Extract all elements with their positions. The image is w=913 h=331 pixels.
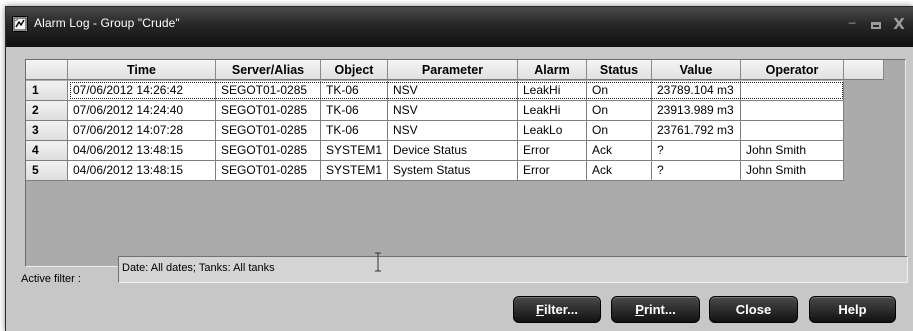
header-filler-cell	[844, 60, 884, 80]
cell-object[interactable]: TK-06	[321, 81, 388, 101]
alarm-log-window: Alarm Log - Group "Crude" ─ X Time Server…	[5, 6, 913, 331]
cell-object[interactable]: TK-06	[321, 101, 388, 121]
cell-server[interactable]: SEGOT01-0285	[216, 121, 321, 141]
column-header-server[interactable]: Server/Alias	[216, 60, 321, 80]
cell-alarm[interactable]: LeakHi	[518, 101, 587, 121]
cell-operator[interactable]	[741, 81, 844, 101]
table-row[interactable]: 5 04/06/2012 13:48:15 SEGOT01-0285 SYSTEM1 S…	[26, 161, 844, 181]
cell-status[interactable]: On	[587, 101, 652, 121]
row-number[interactable]: 5	[26, 161, 68, 181]
cell-server[interactable]: SEGOT01-0285	[216, 81, 321, 101]
cell-value[interactable]: 23913.989 m3	[652, 101, 741, 121]
alarm-log-app-icon	[12, 16, 28, 32]
print-button-mnemonic: P	[635, 302, 644, 317]
minimize-icon: ─	[848, 17, 856, 30]
cell-value[interactable]: 23789.104 m3	[652, 81, 741, 101]
cell-time[interactable]: 07/06/2012 14:24:40	[68, 101, 216, 121]
table-row[interactable]: 3 07/06/2012 14:07:28 SEGOT01-0285 TK-06 NSV…	[26, 121, 844, 141]
close-icon: X	[893, 15, 905, 33]
print-button-label: rint...	[643, 302, 676, 317]
table-header-row: Time Server/Alias Object Parameter Alarm Stat…	[26, 60, 844, 80]
filter-button-mnemonic: F	[536, 302, 544, 317]
column-header-parameter[interactable]: Parameter	[388, 60, 518, 80]
cell-alarm[interactable]: Error	[518, 161, 587, 181]
table-row[interactable]: 1 07/06/2012 14:26:42 SEGOT01-0285 TK-06 NSV…	[26, 81, 844, 101]
column-header-status[interactable]: Status	[587, 60, 652, 80]
cell-operator[interactable]	[741, 101, 844, 121]
cell-status[interactable]: On	[587, 121, 652, 141]
filter-button-label: ilter...	[543, 302, 578, 317]
close-button[interactable]: Close	[709, 296, 798, 323]
cell-parameter[interactable]: NSV	[388, 81, 518, 101]
alarm-grid[interactable]: Time Server/Alias Object Parameter Alarm Stat…	[25, 59, 906, 267]
column-header-alarm[interactable]: Alarm	[518, 60, 587, 80]
filter-button[interactable]: Filter...	[513, 296, 601, 323]
cell-parameter[interactable]: NSV	[388, 101, 518, 121]
table-row[interactable]: 2 07/06/2012 14:24:40 SEGOT01-0285 TK-06 NSV…	[26, 101, 844, 121]
cell-operator[interactable]	[741, 121, 844, 141]
cell-parameter[interactable]: NSV	[388, 121, 518, 141]
cell-value[interactable]: ?	[652, 161, 741, 181]
cell-parameter[interactable]: Device Status	[388, 141, 518, 161]
column-header-object[interactable]: Object	[321, 60, 388, 80]
cell-object[interactable]: TK-06	[321, 121, 388, 141]
cell-time[interactable]: 07/06/2012 14:07:28	[68, 121, 216, 141]
column-header-time[interactable]: Time	[68, 60, 216, 80]
cell-operator[interactable]: John Smith	[741, 161, 844, 181]
maximize-button[interactable]	[866, 15, 886, 33]
active-filter-label: Active filter :	[21, 273, 81, 285]
cell-value[interactable]: ?	[652, 141, 741, 161]
cell-server[interactable]: SEGOT01-0285	[216, 141, 321, 161]
row-number[interactable]: 1	[26, 81, 68, 101]
cell-operator[interactable]: John Smith	[741, 141, 844, 161]
cell-server[interactable]: SEGOT01-0285	[216, 101, 321, 121]
title-bar[interactable]: Alarm Log - Group "Crude" ─ X	[6, 7, 913, 47]
cell-alarm[interactable]: LeakHi	[518, 81, 587, 101]
header-filler	[844, 60, 884, 80]
row-number[interactable]: 3	[26, 121, 68, 141]
corner-header[interactable]	[26, 60, 68, 80]
cell-object[interactable]: SYSTEM1	[321, 141, 388, 161]
maximize-icon	[871, 22, 881, 29]
column-header-value[interactable]: Value	[652, 60, 741, 80]
close-window-button[interactable]: X	[889, 15, 909, 33]
help-button[interactable]: Help	[809, 296, 896, 323]
cell-parameter[interactable]: System Status	[388, 161, 518, 181]
cell-time[interactable]: 04/06/2012 13:48:15	[68, 141, 216, 161]
window-title: Alarm Log - Group "Crude"	[34, 16, 180, 30]
row-number[interactable]: 4	[26, 141, 68, 161]
active-filter-field[interactable]: Date: All dates; Tanks: All tanks	[118, 256, 908, 283]
print-button[interactable]: Print...	[611, 296, 700, 323]
text-cursor-icon	[375, 252, 381, 272]
cell-time[interactable]: 04/06/2012 13:48:15	[68, 161, 216, 181]
cell-alarm[interactable]: LeakLo	[518, 121, 587, 141]
column-header-operator[interactable]: Operator	[741, 60, 844, 80]
cell-status[interactable]: Ack	[587, 161, 652, 181]
cell-time[interactable]: 07/06/2012 14:26:42	[68, 81, 216, 101]
row-number[interactable]: 2	[26, 101, 68, 121]
cell-alarm[interactable]: Error	[518, 141, 587, 161]
cell-object[interactable]: SYSTEM1	[321, 161, 388, 181]
cell-value[interactable]: 23761.792 m3	[652, 121, 741, 141]
table-row[interactable]: 4 04/06/2012 13:48:15 SEGOT01-0285 SYSTEM1 D…	[26, 141, 844, 161]
minimize-button[interactable]: ─	[842, 15, 862, 33]
cell-status[interactable]: On	[587, 81, 652, 101]
cell-status[interactable]: Ack	[587, 141, 652, 161]
cell-server[interactable]: SEGOT01-0285	[216, 161, 321, 181]
